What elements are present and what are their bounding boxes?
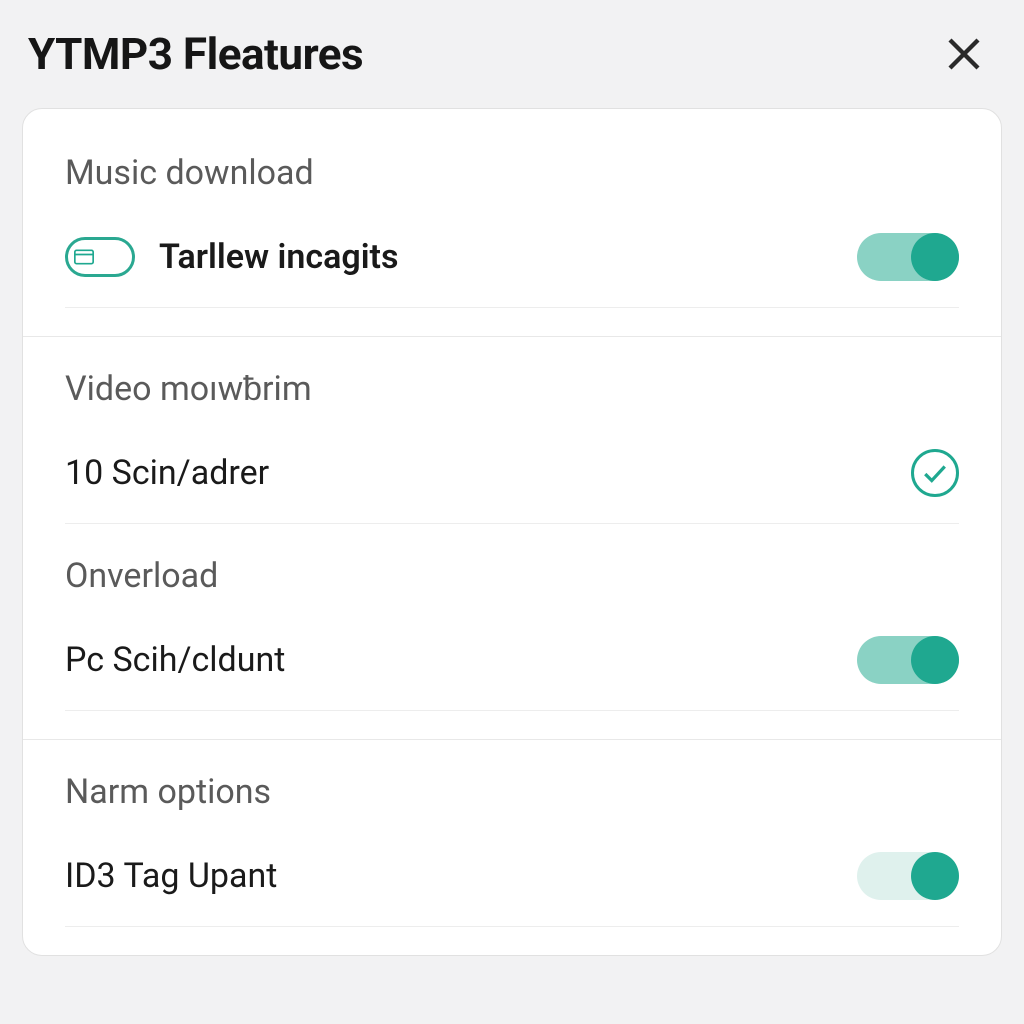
feature-row-id3tag: ID3 Tag Upant <box>65 840 959 927</box>
row-label: ID3 Tag Upant <box>65 856 277 896</box>
section-title: Music download <box>65 153 959 193</box>
check-icon <box>922 462 948 484</box>
row-label: 10 Scin/adrer <box>65 453 269 493</box>
row-left: ID3 Tag Upant <box>65 856 277 896</box>
row-label: Tarllew incagits <box>159 237 398 277</box>
row-label: Pc Scih/cldunt <box>65 640 285 680</box>
close-button[interactable] <box>940 30 988 78</box>
feature-row-tarllew: Tarllew incagits <box>65 221 959 308</box>
feature-row-pcscih: Pc Scih/cldunt <box>65 624 959 711</box>
section-title: Onverload <box>65 556 959 596</box>
section-video: Video moıwƀrim 10 Scin/adrer Onverload P… <box>23 336 1001 739</box>
toggle-knob <box>911 233 959 281</box>
section-title: Narm options <box>65 772 959 812</box>
feature-row-scinadrer[interactable]: 10 Scin/adrer <box>65 437 959 524</box>
section-title: Video moıwƀrim <box>65 369 959 409</box>
row-left: 10 Scin/adrer <box>65 453 269 493</box>
toggle-id3tag[interactable] <box>857 852 959 900</box>
dialog-header: YTMP3 Fleatures <box>0 0 1024 108</box>
close-icon <box>943 33 985 75</box>
row-left: Tarllew incagits <box>65 237 398 277</box>
section-narm-options: Narm options ID3 Tag Upant <box>23 739 1001 955</box>
row-left: Pc Scih/cldunt <box>65 640 285 680</box>
features-panel: Music download Tarllew incagits Video mo… <box>22 108 1002 956</box>
pill-media-icon <box>65 237 135 277</box>
check-scinadrer[interactable] <box>911 449 959 497</box>
page-title: YTMP3 Fleatures <box>28 28 363 80</box>
toggle-knob <box>911 852 959 900</box>
toggle-pcscih[interactable] <box>857 636 959 684</box>
toggle-knob <box>911 636 959 684</box>
section-music-download: Music download Tarllew incagits <box>23 109 1001 336</box>
toggle-tarllew[interactable] <box>857 233 959 281</box>
